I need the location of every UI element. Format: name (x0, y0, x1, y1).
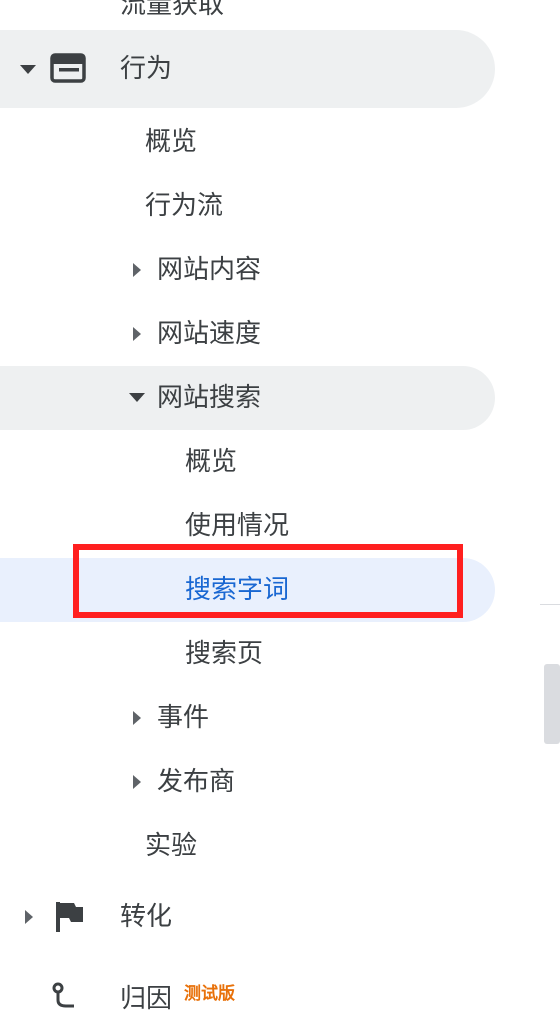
annotation-highlight-box (73, 544, 463, 618)
nav-item-label: 概览 (185, 447, 238, 477)
caret-right-icon (133, 711, 141, 725)
beta-badge: 测试版 (184, 984, 235, 1004)
nav-item-experiments[interactable]: 实验 (0, 814, 495, 878)
nav-item-site-content[interactable]: 网站内容 (0, 238, 495, 302)
nav-item-label: 搜索页 (185, 639, 264, 669)
nav-item-label: 行为流 (145, 191, 224, 221)
caret-right-icon (133, 327, 141, 341)
nav-item-behavior-flow[interactable]: 行为流 (0, 174, 495, 238)
nav-item-acquisition[interactable]: 流量获取 (0, 0, 520, 34)
nav-section-behavior-label: 行为 (120, 54, 173, 84)
nav-item-label: 使用情况 (185, 511, 290, 541)
behavior-panel-icon (50, 53, 86, 83)
nav-item-acquisition-label: 流量获取 (120, 0, 225, 20)
nav-item-search-pages[interactable]: 搜索页 (0, 622, 495, 686)
attribution-icon (52, 982, 74, 1008)
left-navigation: 流量获取 行为 概览 行为流 网站内容 网站速度 网站搜索 概览 使用情况 搜索… (0, 0, 560, 1012)
nav-section-conversions[interactable]: 转化 (0, 880, 495, 954)
caret-right-icon (133, 263, 141, 277)
flag-icon (56, 902, 83, 932)
nav-item-label: 网站速度 (157, 319, 262, 349)
panel-divider (540, 604, 560, 605)
nav-item-site-search-overview[interactable]: 概览 (0, 430, 495, 494)
nav-item-site-speed[interactable]: 网站速度 (0, 302, 495, 366)
caret-right-icon (133, 775, 141, 789)
nav-item-label: 网站搜索 (157, 383, 262, 413)
nav-item-label: 实验 (145, 831, 198, 861)
nav-item-behavior-overview[interactable]: 概览 (0, 110, 495, 174)
nav-item-label: 事件 (157, 703, 210, 733)
nav-item-label: 概览 (145, 127, 198, 157)
caret-down-icon (20, 65, 36, 74)
nav-item-publisher[interactable]: 发布商 (0, 750, 495, 814)
caret-right-icon (25, 910, 33, 924)
caret-down-icon (129, 393, 145, 402)
vertical-scrollbar[interactable] (544, 664, 560, 744)
nav-section-behavior[interactable]: 行为 (0, 30, 495, 108)
nav-item-label: 发布商 (157, 767, 236, 797)
nav-section-conversions-label: 转化 (120, 902, 173, 932)
nav-item-site-search[interactable]: 网站搜索 (0, 366, 495, 430)
nav-section-attribution[interactable]: 归因 (0, 968, 495, 1032)
nav-item-label: 网站内容 (157, 255, 262, 285)
nav-item-events[interactable]: 事件 (0, 686, 495, 750)
nav-section-attribution-label: 归因 (120, 984, 173, 1014)
